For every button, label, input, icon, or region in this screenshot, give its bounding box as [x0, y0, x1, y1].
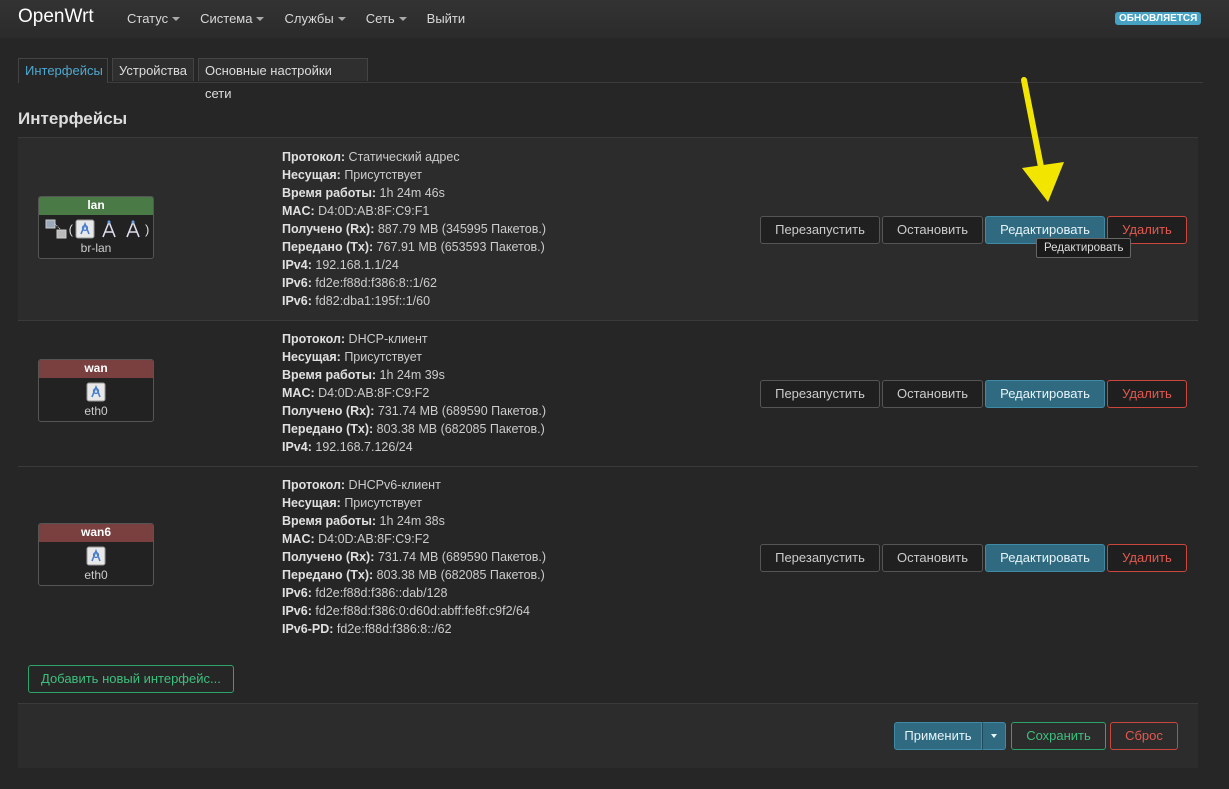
- restart-button[interactable]: Перезапустить: [760, 544, 880, 572]
- interface-info: Протокол: DHCPv6-клиент Несущая: Присутс…: [282, 476, 546, 638]
- reset-button[interactable]: Сброс: [1110, 722, 1178, 750]
- info-line: IPv4: 192.168.1.1/24: [282, 258, 399, 272]
- ethernet-icon: [86, 546, 106, 566]
- interface-info: Протокол: DHCP-клиент Несущая: Присутств…: [282, 330, 546, 456]
- info-line: Время работы: 1h 24m 38s: [282, 514, 445, 528]
- device-icons: [39, 544, 153, 568]
- device-name: br-lan: [80, 241, 112, 255]
- menu-system-label: Система: [200, 11, 253, 26]
- info-line: Время работы: 1h 24m 46s: [282, 186, 445, 200]
- interface-badge-wan6: wan6 eth0: [38, 523, 154, 586]
- interface-badge-wan: wan eth0: [38, 359, 154, 422]
- menu-network[interactable]: Сеть: [366, 11, 407, 26]
- chevron-down-icon: [337, 16, 346, 21]
- menu-logout-label: Выйти: [426, 11, 466, 26]
- row-actions: Перезапустить Остановить Редактировать У…: [760, 544, 1189, 572]
- footer-actions: Применить Сохранить Сброс: [18, 703, 1198, 768]
- wifi-icon: [102, 219, 116, 238]
- interface-name: lan: [39, 197, 153, 215]
- info-line: Протокол: DHCP-клиент: [282, 332, 428, 346]
- info-line: Получено (Rx): 731.74 MB (689590 Пакетов…: [282, 404, 547, 418]
- top-navbar: OpenWrt Статус Система Службы Сеть Выйти…: [0, 0, 1229, 38]
- tab-devices[interactable]: Устройства: [112, 58, 194, 81]
- device-name: eth0: [84, 404, 108, 418]
- menu-logout[interactable]: Выйти: [427, 11, 466, 26]
- stop-button[interactable]: Остановить: [882, 216, 983, 244]
- menu-network-label: Сеть: [365, 11, 395, 26]
- info-line: Несущая: Присутствует: [282, 496, 423, 510]
- info-line: IPv4: 192.168.7.126/24: [282, 440, 413, 454]
- edit-button[interactable]: Редактировать: [985, 544, 1105, 572]
- stop-button[interactable]: Остановить: [882, 380, 983, 408]
- device-icons: [39, 380, 153, 404]
- edit-button[interactable]: Редактировать: [985, 380, 1105, 408]
- chevron-down-icon: [256, 16, 265, 21]
- info-line: Передано (Tx): 767.91 MB (653593 Пакетов…: [282, 240, 545, 254]
- info-line: Протокол: DHCPv6-клиент: [282, 478, 441, 492]
- wifi-icon: [126, 219, 140, 238]
- brand-logo[interactable]: OpenWrt: [18, 6, 94, 28]
- restart-button[interactable]: Перезапустить: [760, 216, 880, 244]
- interface-name: wan: [39, 360, 153, 378]
- paren-close: ): [145, 221, 150, 237]
- save-button[interactable]: Сохранить: [1011, 722, 1106, 750]
- info-line: Время работы: 1h 24m 39s: [282, 368, 445, 382]
- menu-services[interactable]: Службы: [284, 11, 346, 26]
- chevron-down-icon: [991, 734, 997, 738]
- info-line: IPv6: fd82:dba1:195f::1/60: [282, 294, 431, 308]
- annotation-arrow-icon: [1021, 77, 1064, 202]
- bridge-icon: [45, 219, 67, 239]
- info-line: IPv6: fd2e:f88d:f386::dab/128: [282, 586, 448, 600]
- info-line: IPv6: fd2e:f88d:f386:0:d60d:abff:fe8f:c9…: [282, 604, 530, 618]
- tab-interfaces[interactable]: Интерфейсы: [18, 58, 108, 83]
- delete-button[interactable]: Удалить: [1107, 544, 1187, 572]
- main-menu: Статус Система Службы Сеть Выйти: [127, 11, 485, 26]
- info-line: Передано (Tx): 803.38 MB (682085 Пакетов…: [282, 568, 545, 582]
- row-actions: Перезапустить Остановить Редактировать У…: [760, 380, 1189, 408]
- ethernet-icon: [86, 382, 106, 402]
- info-line: IPv6: fd2e:f88d:f386:8::1/62: [282, 276, 438, 290]
- menu-status[interactable]: Статус: [127, 11, 181, 26]
- info-line: Протокол: Статический адрес: [282, 150, 460, 164]
- info-line: MAC: D4:0D:AB:8F:C9:F1: [282, 204, 430, 218]
- interface-name: wan6: [39, 524, 153, 542]
- info-line: IPv6-PD: fd2e:f88d:f386:8::/62: [282, 622, 452, 636]
- table-row: wan6 eth0 Протокол: DHCPv6-клиент Несуща…: [18, 466, 1198, 642]
- page-title: Интерфейсы: [18, 109, 128, 128]
- info-line: Получено (Rx): 887.79 MB (345995 Пакетов…: [282, 222, 547, 236]
- info-line: Несущая: Присутствует: [282, 350, 423, 364]
- chevron-down-icon: [172, 16, 181, 21]
- tab-global-network-options[interactable]: Основные настройки сети: [198, 58, 368, 101]
- menu-services-label: Службы: [284, 11, 334, 26]
- restart-button[interactable]: Перезапустить: [760, 380, 880, 408]
- ethernet-icon: [75, 219, 95, 239]
- delete-button[interactable]: Удалить: [1107, 380, 1187, 408]
- menu-system[interactable]: Система: [200, 11, 265, 26]
- info-line: MAC: D4:0D:AB:8F:C9:F2: [282, 532, 430, 546]
- apply-button-group: Применить: [894, 722, 1006, 750]
- device-icons: ( ): [39, 217, 153, 241]
- chevron-down-icon: [398, 16, 407, 21]
- info-line: Несущая: Присутствует: [282, 168, 423, 182]
- menu-status-label: Статус: [127, 11, 169, 26]
- info-line: Передано (Tx): 803.38 MB (682085 Пакетов…: [282, 422, 545, 436]
- apply-dropdown-toggle[interactable]: [982, 722, 1006, 750]
- interface-info: Протокол: Статический адрес Несущая: При…: [282, 148, 546, 310]
- interface-badge-lan: lan ( ) br-lan: [38, 196, 154, 259]
- stop-button[interactable]: Остановить: [882, 544, 983, 572]
- edit-tooltip: Редактировать: [1036, 238, 1132, 258]
- device-name: eth0: [84, 568, 108, 582]
- apply-button[interactable]: Применить: [894, 722, 982, 750]
- info-line: MAC: D4:0D:AB:8F:C9:F2: [282, 386, 430, 400]
- paren-open: (: [68, 221, 73, 237]
- table-row: wan eth0 Протокол: DHCP-клиент Несущая: …: [18, 320, 1198, 466]
- status-badge[interactable]: ОБНОВЛЯЕТСЯ: [1115, 12, 1202, 25]
- add-interface-button[interactable]: Добавить новый интерфейс...: [28, 665, 234, 693]
- info-line: Получено (Rx): 731.74 MB (689590 Пакетов…: [282, 550, 547, 564]
